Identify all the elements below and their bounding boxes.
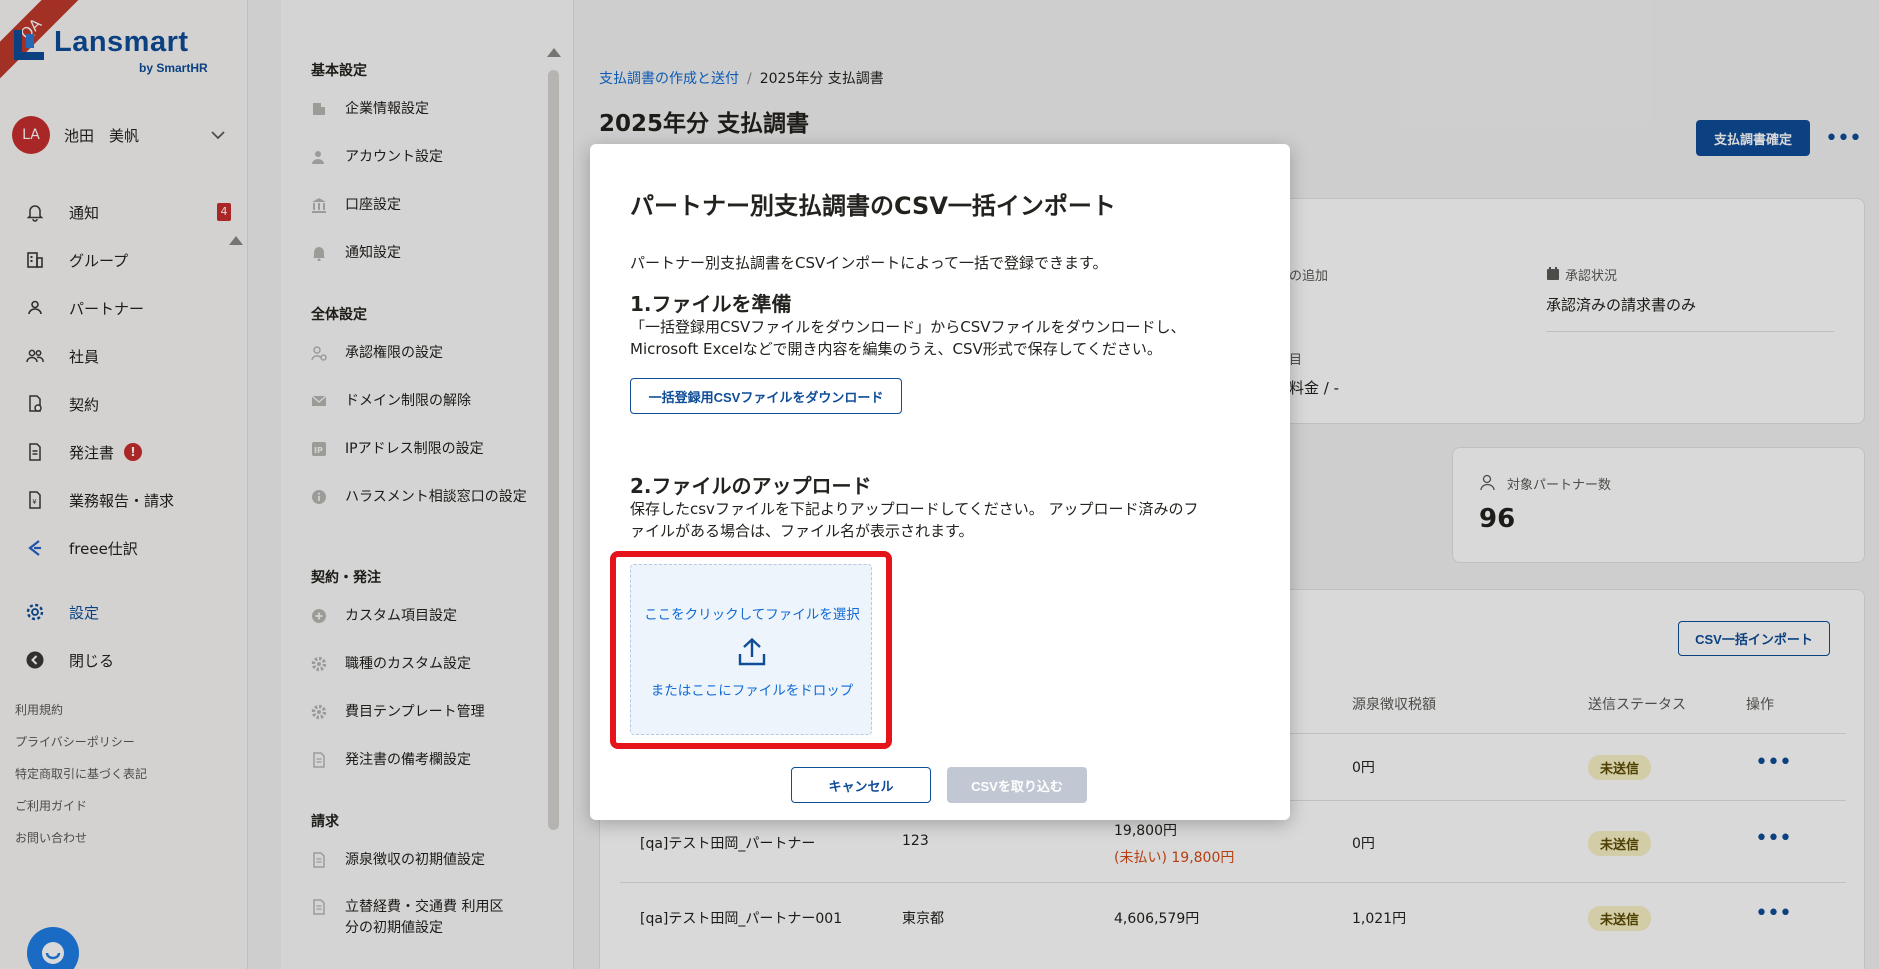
import-csv-button[interactable]: CSVを取り込む — [947, 767, 1087, 803]
step2-title: 2.ファイルのアップロード — [630, 474, 872, 498]
step2-text-line: ァイルがある場合は、ファイル名が表示されます。 — [630, 522, 974, 540]
upload-icon — [738, 637, 766, 666]
file-drop-zone[interactable]: ここをクリックしてファイルを選択 またはここにファイルをドロップ — [630, 564, 872, 735]
drop-zone-select-text: ここをクリックしてファイルを選択 — [644, 607, 860, 623]
step2-text-line: 保存したcsvファイルを下記よりアップロードしてください。 アップロード済みのフ — [630, 500, 1199, 518]
drop-zone-drop-text: またはここにファイルをドロップ — [650, 683, 854, 699]
csv-import-modal: パートナー別支払調書のCSV一括インポート パートナー別支払調書をCSVインポー… — [590, 144, 1290, 820]
step1-title: 1.ファイルを準備 — [630, 292, 792, 316]
step1-text: 「一括登録用CSVファイルをダウンロード」からCSVファイルをダウンロードし、 … — [630, 316, 1250, 360]
step1-text-line: 「一括登録用CSVファイルをダウンロード」からCSVファイルをダウンロードし、 — [630, 318, 1186, 336]
modal-title: パートナー別支払調書のCSV一括インポート — [630, 192, 1116, 220]
step1-text-line: Microsoft Excelなどで開き内容を編集のうえ、CSV形式で保存してく… — [630, 340, 1162, 358]
step2-text: 保存したcsvファイルを下記よりアップロードしてください。 アップロード済みのフ… — [630, 498, 1250, 542]
modal-description: パートナー別支払調書をCSVインポートによって一括で登録できます。 — [630, 254, 1108, 272]
cancel-button[interactable]: キャンセル — [791, 767, 931, 803]
download-template-button[interactable]: 一括登録用CSVファイルをダウンロード — [630, 378, 902, 414]
